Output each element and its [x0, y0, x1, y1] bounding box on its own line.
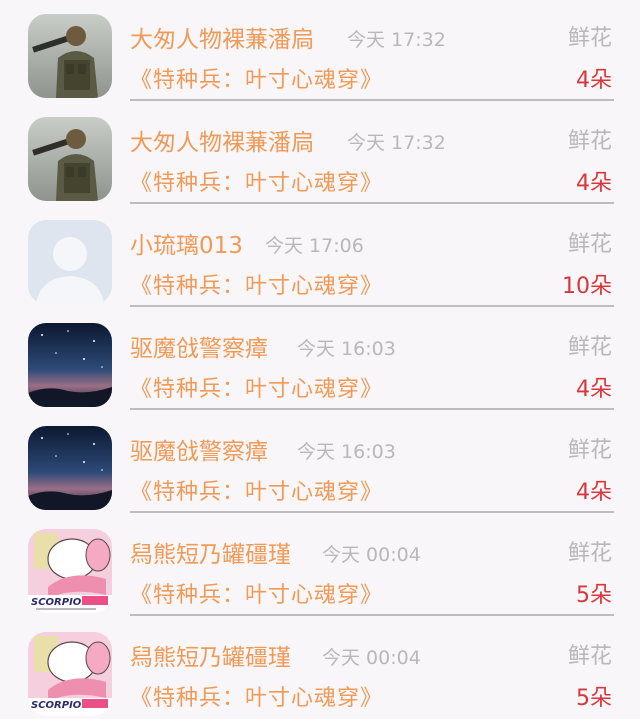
night-sky-avatar-image — [28, 426, 112, 510]
gift-count: 5朵 — [576, 583, 612, 608]
timestamp: 今天 17:32 — [347, 132, 446, 154]
night-sky-avatar-image — [28, 323, 112, 407]
list-item[interactable]: 大匆人物裸蒹潘扃 今天 17:32 鲜花 《特种兵：叶寸心魂穿》 4朵 — [0, 0, 640, 101]
timestamp: 今天 00:04 — [322, 647, 421, 669]
default-user-icon — [28, 220, 112, 304]
book-title[interactable]: 《特种兵：叶寸心魂穿》 — [130, 474, 383, 506]
avatar[interactable] — [28, 117, 112, 201]
gift-count: 4朵 — [576, 171, 612, 196]
gift-type-label: 鲜花 — [567, 644, 612, 669]
gift-count: 10朵 — [562, 274, 612, 299]
book-title[interactable]: 《特种兵：叶寸心魂穿》 — [130, 680, 383, 712]
user-name[interactable]: 驱魔戗警察瘴 — [130, 329, 268, 363]
gift-count: 4朵 — [576, 377, 612, 402]
scorpio-logo-text: SCORPIO — [31, 700, 82, 711]
scorpio-cartoon-avatar-image: SCORPIO — [28, 632, 112, 716]
soldier-avatar-image — [28, 117, 112, 201]
gift-count: 4朵 — [576, 480, 612, 505]
user-name[interactable]: 大匆人物裸蒹潘扃 — [130, 123, 314, 157]
book-title[interactable]: 《特种兵：叶寸心魂穿》 — [130, 577, 383, 609]
scorpio-cartoon-avatar-image: SCORPIO — [28, 529, 112, 613]
gift-type-label: 鲜花 — [567, 541, 612, 566]
user-name[interactable]: 大匆人物裸蒹潘扃 — [130, 20, 314, 54]
gift-record-list: 大匆人物裸蒹潘扃 今天 17:32 鲜花 《特种兵：叶寸心魂穿》 4朵 大匆人物… — [0, 0, 640, 719]
gift-count: 5朵 — [576, 686, 612, 711]
avatar[interactable] — [28, 14, 112, 98]
user-name[interactable]: 舄熊短乃罐礓瑾 — [130, 638, 291, 672]
gift-type-label: 鲜花 — [567, 335, 612, 360]
book-title[interactable]: 《特种兵：叶寸心魂穿》 — [130, 268, 383, 300]
avatar[interactable] — [28, 323, 112, 407]
list-item[interactable]: SCORPIO 舄熊短乃罐礓瑾 今天 00:04 鲜花 《特种兵：叶寸心魂穿》 … — [0, 513, 640, 616]
book-title[interactable]: 《特种兵：叶寸心魂穿》 — [130, 165, 383, 197]
timestamp: 今天 17:32 — [347, 29, 446, 51]
avatar[interactable]: SCORPIO — [28, 529, 112, 613]
scorpio-logo-text: SCORPIO — [31, 597, 82, 608]
gift-type-label: 鲜花 — [567, 438, 612, 463]
book-title[interactable]: 《特种兵：叶寸心魂穿》 — [130, 62, 383, 94]
avatar[interactable]: SCORPIO — [28, 632, 112, 716]
user-name[interactable]: 驱魔戗警察瘴 — [130, 432, 268, 466]
gift-count: 4朵 — [576, 68, 612, 93]
user-name[interactable]: 舄熊短乃罐礓瑾 — [130, 535, 291, 569]
timestamp: 今天 00:04 — [322, 544, 421, 566]
gift-type-label: 鲜花 — [567, 232, 612, 257]
user-name[interactable]: 小琉璃013 — [130, 226, 243, 260]
timestamp: 今天 17:06 — [265, 235, 364, 257]
list-item[interactable]: SCORPIO 舄熊短乃罐礓瑾 今天 00:04 鲜花 《特种兵：叶寸心魂穿》 … — [0, 616, 640, 719]
timestamp: 今天 16:03 — [297, 338, 396, 360]
avatar[interactable] — [28, 426, 112, 510]
list-item[interactable]: 小琉璃013 今天 17:06 鲜花 《特种兵：叶寸心魂穿》 10朵 — [0, 204, 640, 307]
list-item[interactable]: 驱魔戗警察瘴 今天 16:03 鲜花 《特种兵：叶寸心魂穿》 4朵 — [0, 307, 640, 410]
list-item[interactable]: 驱魔戗警察瘴 今天 16:03 鲜花 《特种兵：叶寸心魂穿》 4朵 — [0, 410, 640, 513]
timestamp: 今天 16:03 — [297, 441, 396, 463]
list-item[interactable]: 大匆人物裸蒹潘扃 今天 17:32 鲜花 《特种兵：叶寸心魂穿》 4朵 — [0, 101, 640, 204]
avatar[interactable] — [28, 220, 112, 304]
soldier-avatar-image — [28, 14, 112, 98]
gift-type-label: 鲜花 — [567, 26, 612, 51]
gift-type-label: 鲜花 — [567, 129, 612, 154]
book-title[interactable]: 《特种兵：叶寸心魂穿》 — [130, 371, 383, 403]
